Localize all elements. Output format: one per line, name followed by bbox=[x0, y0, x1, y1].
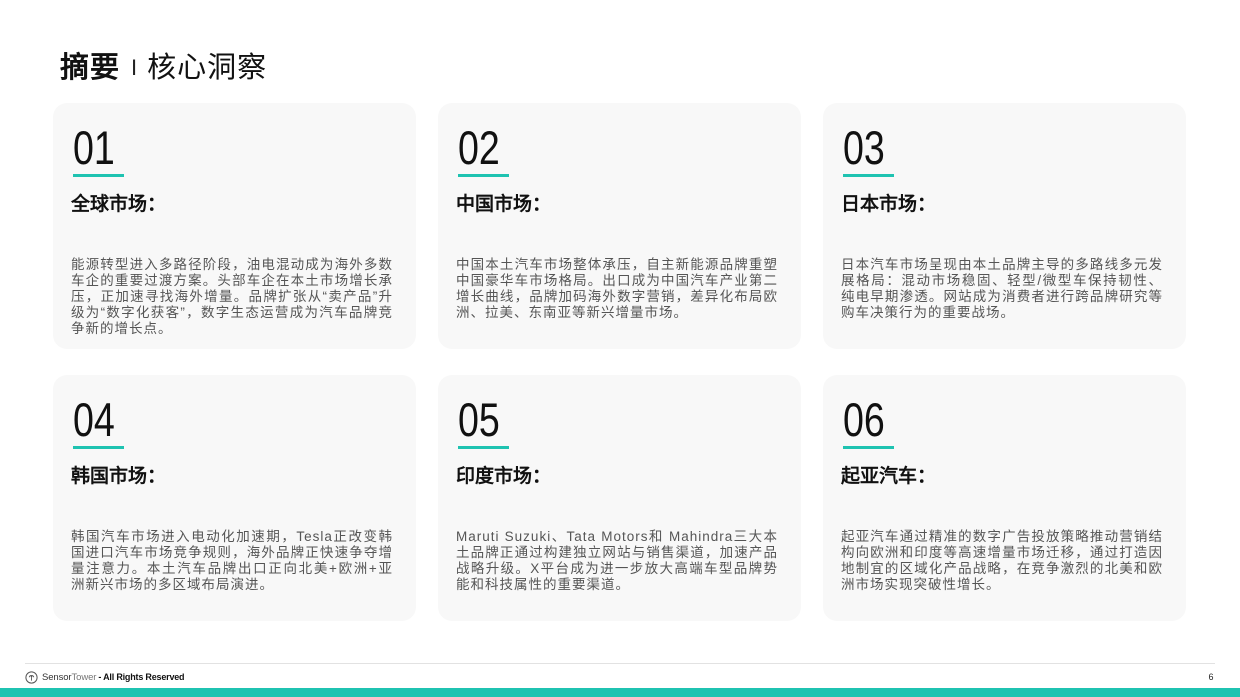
card-accent-rule bbox=[458, 174, 509, 177]
page-title: 摘要 I 核心洞察 bbox=[60, 50, 267, 88]
card-number: 02 bbox=[458, 121, 500, 174]
card-heading: 起亚汽车： bbox=[841, 466, 937, 487]
card-body-text: 起亚汽车通过精准的数字广告投放策略推动营销结构向欧洲和印度等高速增量市场迁移，通… bbox=[841, 529, 1163, 592]
footer-divider bbox=[25, 663, 1215, 664]
insight-card-global: 01 全球市场： 能源转型进入多路径阶段，油电混动成为海外多数车企的重要过渡方案… bbox=[53, 103, 416, 349]
card-number: 03 bbox=[843, 121, 885, 174]
card-number: 01 bbox=[73, 121, 115, 174]
card-heading: 印度市场： bbox=[456, 466, 552, 487]
bottom-accent-bar bbox=[0, 688, 1240, 697]
card-number: 06 bbox=[843, 393, 885, 446]
card-number: 05 bbox=[458, 393, 500, 446]
insight-card-korea: 04 韩国市场： 韩国汽车市场进入电动化加速期，Tesla正改变韩国进口汽车市场… bbox=[53, 375, 416, 621]
footer-brand-word-2: Tower bbox=[71, 671, 97, 683]
card-heading: 全球市场： bbox=[71, 194, 167, 215]
card-accent-rule bbox=[458, 446, 509, 449]
card-body-text: Maruti Suzuki、Tata Motors和 Mahindra三大本土品… bbox=[456, 529, 778, 592]
card-heading: 韩国市场： bbox=[71, 466, 167, 487]
insight-card-china: 02 中国市场： 中国本土汽车市场整体承压，自主新能源品牌重塑中国豪华车市场格局… bbox=[438, 103, 801, 349]
insight-card-india: 05 印度市场： Maruti Suzuki、Tata Motors和 Mahi… bbox=[438, 375, 801, 621]
title-separator: I bbox=[131, 55, 138, 80]
card-number: 04 bbox=[73, 393, 115, 446]
card-body-text: 韩国汽车市场进入电动化加速期，Tesla正改变韩国进口汽车市场竞争规则，海外品牌… bbox=[71, 529, 393, 592]
footer-brand: Sensor Tower - All Rights Reserved bbox=[25, 670, 185, 684]
card-body-text: 日本汽车市场呈现由本土品牌主导的多路线多元发展格局：混动市场稳固、轻型/微型车保… bbox=[841, 257, 1163, 320]
insight-card-japan: 03 日本市场： 日本汽车市场呈现由本土品牌主导的多路线多元发展格局：混动市场稳… bbox=[823, 103, 1186, 349]
sensor-tower-logo-icon bbox=[25, 670, 38, 684]
card-accent-rule bbox=[843, 446, 894, 449]
card-accent-rule bbox=[843, 174, 894, 177]
card-accent-rule bbox=[73, 174, 124, 177]
insight-card-kia: 06 起亚汽车： 起亚汽车通过精准的数字广告投放策略推动营销结构向欧洲和印度等高… bbox=[823, 375, 1186, 621]
footer-rights-text: - All Rights Reserved bbox=[98, 672, 185, 682]
title-main: 摘要 bbox=[60, 52, 121, 84]
card-heading: 中国市场： bbox=[456, 194, 552, 215]
card-accent-rule bbox=[73, 446, 124, 449]
footer-brand-word-1: Sensor bbox=[42, 671, 72, 683]
page-number: 6 bbox=[1208, 672, 1214, 682]
card-body-text: 中国本土汽车市场整体承压，自主新能源品牌重塑中国豪华车市场格局。出口成为中国汽车… bbox=[456, 257, 778, 320]
card-body-text: 能源转型进入多路径阶段，油电混动成为海外多数车企的重要过渡方案。头部车企在本土市… bbox=[71, 257, 393, 336]
card-heading: 日本市场： bbox=[841, 194, 937, 215]
title-subtitle: 核心洞察 bbox=[147, 52, 268, 84]
